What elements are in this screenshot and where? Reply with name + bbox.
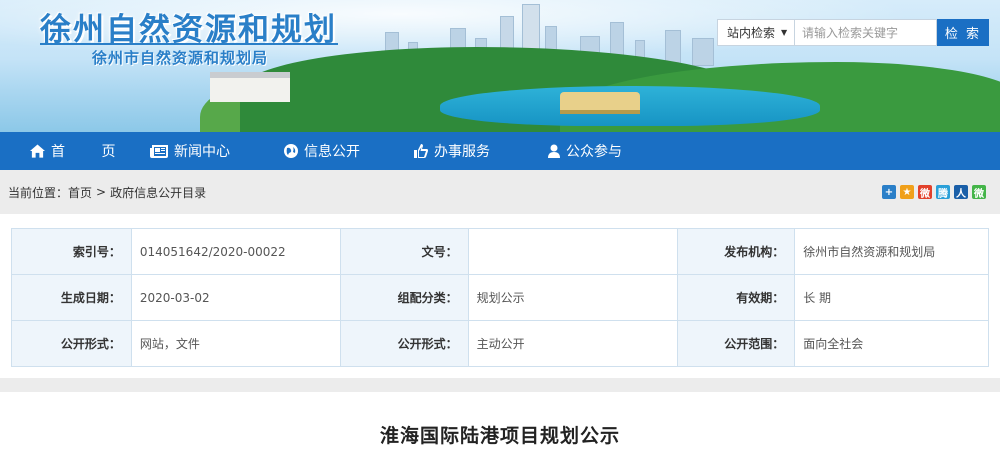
title-divider [40,43,338,45]
search-bar: 站内检索 ▼ 检 索 [717,19,989,46]
document-meta-panel: 索引号： 014051642/2020-00022 文号： 发布机构： 徐州市自… [0,214,1000,378]
newspaper-icon [150,144,168,158]
nav-item-news[interactable]: 新闻中心 [150,132,284,170]
nav-label: 公众参与 [566,144,622,160]
meta-value: 2020-03-02 [130,274,341,321]
nav-label: 新闻中心 [174,144,230,160]
nav-label: 办事服务 [434,144,490,160]
section-gap [0,378,1000,392]
meta-key: 组配分类： [339,274,469,321]
table-row: 索引号： 014051642/2020-00022 文号： 发布机构： 徐州市自… [11,228,989,275]
header-banner: 徐州自然资源和规划 徐州市自然资源和规划局 站内检索 ▼ 检 索 [0,0,1000,132]
meta-key: 发布机构： [677,228,796,275]
search-scope-label: 站内检索 [727,26,776,40]
meta-value: 规划公示 [467,274,679,321]
nav-item-service[interactable]: 办事服务 [414,132,548,170]
qzone-share-icon[interactable]: ★ [900,185,914,199]
breadcrumb-link-catalog[interactable]: 政府信息公开目录 [110,184,206,201]
banner-building [210,72,290,102]
weibo-share-icon[interactable]: 微 [918,185,932,200]
meta-key: 生成日期： [11,274,132,321]
banner-pavilion [560,92,640,114]
plus-share-icon[interactable]: + [882,185,896,199]
breadcrumb-prefix: 当前位置： [8,185,69,200]
meta-key: 索引号： [11,228,132,275]
caret-down-icon: ▼ [781,28,788,37]
search-button[interactable]: 检 索 [937,19,989,46]
table-row: 生成日期： 2020-03-02 组配分类： 规划公示 有效期： 长 期 [11,274,989,321]
nav-label: 首 页 [51,144,132,160]
thumbs-up-icon [414,144,428,158]
meta-key: 有效期： [677,274,796,321]
user-icon [548,144,560,158]
meta-value: 主动公开 [467,320,679,367]
search-scope-select[interactable]: 站内检索 ▼ [717,19,795,46]
meta-value: 网站，文件 [130,320,341,367]
renren-share-icon[interactable]: 人 [954,185,968,200]
nav-item-public-participation[interactable]: 公众参与 [548,132,658,170]
breadcrumb: 当前位置： 首页 > 政府信息公开目录 + ★ 微 腾 人 微 [0,170,1000,214]
document-meta-table: 索引号： 014051642/2020-00022 文号： 发布机构： 徐州市自… [11,228,989,367]
meta-value: 014051642/2020-00022 [130,228,341,275]
globe-icon [284,144,298,158]
breadcrumb-link-home[interactable]: 首页 [68,184,92,201]
meta-key: 公开范围： [677,320,796,367]
breadcrumb-separator: > [96,185,107,199]
meta-key: 公开形式： [339,320,469,367]
tencent-weibo-share-icon[interactable]: 腾 [936,185,950,200]
meta-value: 长 期 [794,274,989,321]
meta-value: 徐州市自然资源和规划局 [794,228,989,275]
meta-value: 面向全社会 [794,320,989,367]
meta-value [467,228,679,275]
table-row: 公开形式： 网站，文件 公开形式： 主动公开 公开范围： 面向全社会 [11,320,989,367]
article-title: 淮海国际陆港项目规划公示 [379,425,620,447]
home-icon [30,144,45,158]
share-toolbar: + ★ 微 腾 人 微 [882,185,986,200]
nav-item-home[interactable]: 首 页 [30,132,150,170]
article-container: 淮海国际陆港项目规划公示 [0,392,1000,472]
nav-item-info-public[interactable]: 信息公开 [284,132,414,170]
meta-key: 公开形式： [11,320,132,367]
meta-key: 文号： [339,228,469,275]
nav-label: 信息公开 [304,144,360,160]
search-input[interactable] [795,19,937,46]
main-nav: 首 页 新闻中心 信息公开 办事服务 公众参与 [0,132,1000,170]
site-subtitle: 徐州市自然资源和规划局 [92,49,269,67]
wechat-share-icon[interactable]: 微 [972,185,986,200]
